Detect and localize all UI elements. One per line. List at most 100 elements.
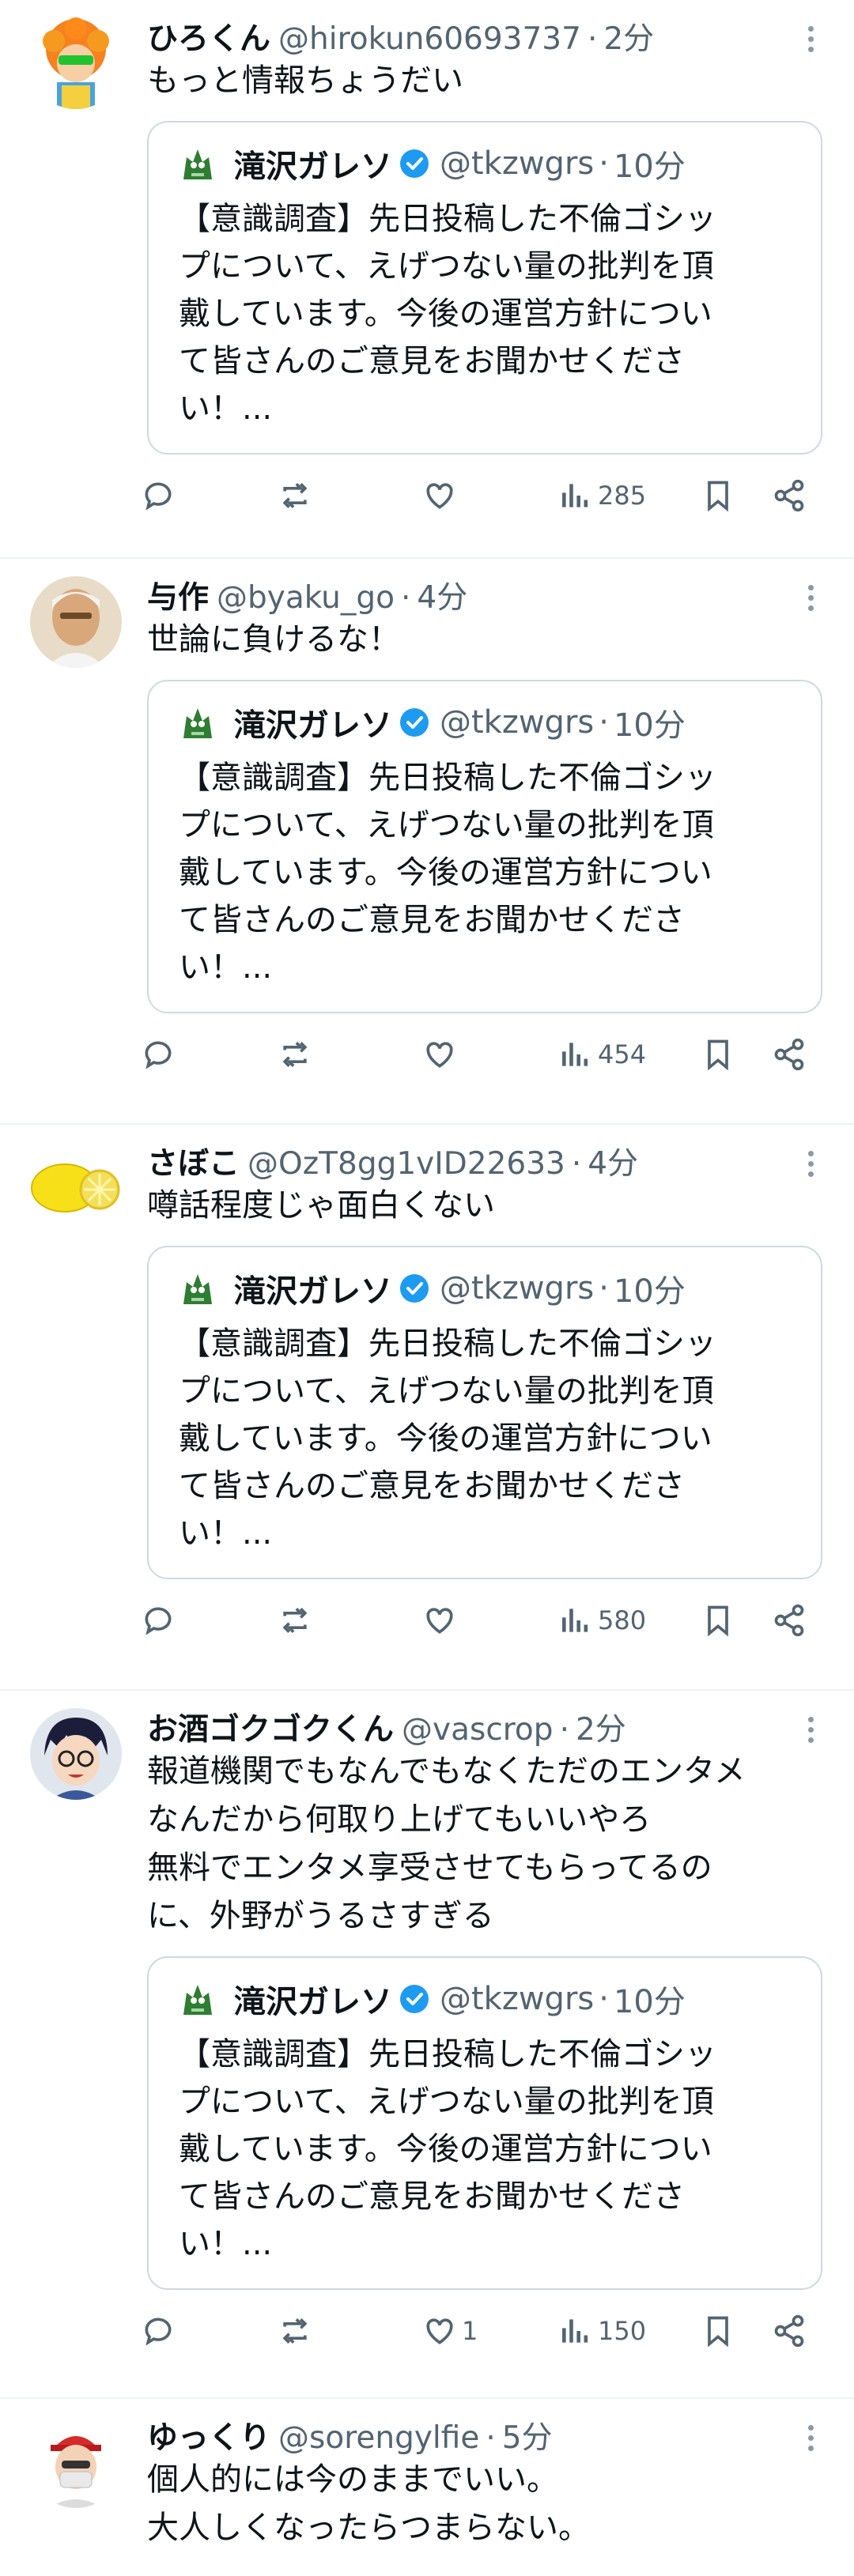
share-icon [774, 2314, 804, 2348]
reply-button[interactable] [141, 1037, 176, 1072]
like-button[interactable]: 1 [422, 2314, 478, 2348]
author-handle[interactable]: @OzT8gg1vID22633 [248, 1146, 565, 1182]
retweet-icon [282, 1042, 308, 1067]
timestamp[interactable]: 4分 [417, 573, 467, 617]
reply-button[interactable] [141, 478, 176, 513]
share-button[interactable] [772, 2314, 807, 2348]
author-name[interactable]: さぼこ [147, 1139, 240, 1183]
heart-icon [426, 483, 453, 509]
bookmark-icon [708, 1039, 728, 1071]
avatar[interactable] [30, 2416, 122, 2508]
views-button[interactable]: 150 [558, 2314, 646, 2348]
quote-timestamp: 10分 [613, 149, 686, 185]
views-chart-icon [562, 484, 588, 507]
quote-author-handle: @tkzwgrs [440, 1270, 595, 1307]
more-options-icon[interactable] [799, 19, 822, 58]
bookmark-button[interactable] [701, 1037, 735, 1072]
tweet-text: 噂話程度じゃ面白くない [147, 1187, 495, 1224]
retweet-button[interactable] [278, 1037, 312, 1072]
avatar[interactable] [30, 17, 122, 109]
separator-dot: · [599, 1981, 609, 2017]
quote-avatar [179, 145, 217, 183]
separator-dot: · [599, 704, 609, 741]
separator-dot: · [486, 2420, 496, 2456]
views-chart-icon [562, 2319, 588, 2343]
separator-dot: · [559, 1712, 569, 1748]
retweet-button[interactable] [278, 1603, 312, 1638]
heart-icon [426, 2318, 453, 2344]
quote-text: 【意識調査】先日投稿した不倫ゴシッ プについて、えげつない量の批判を頂 戴してい… [179, 1326, 716, 1552]
like-button[interactable] [422, 1037, 462, 1072]
avatar[interactable] [30, 576, 122, 668]
author-name[interactable]: お酒ゴクゴクくん [147, 1705, 394, 1749]
quoted-tweet[interactable]: 滝沢ガレソ @tkzwgrs · 10分 【意識調査】先日投稿した不倫ゴシッ プ… [147, 680, 822, 1013]
quoted-tweet[interactable]: 滝沢ガレソ @tkzwgrs · 10分 【意識調査】先日投稿した不倫ゴシッ プ… [147, 121, 822, 454]
avatar[interactable] [30, 1142, 122, 1234]
quote-timestamp: 10分 [613, 707, 686, 744]
author-name[interactable]: 与作 [147, 573, 209, 617]
views-chart-icon [562, 1043, 588, 1066]
like-button[interactable] [422, 478, 462, 513]
author-handle[interactable]: @hirokun60693737 [278, 21, 581, 57]
like-button[interactable] [422, 1603, 462, 1638]
reply-button[interactable] [141, 1603, 176, 1638]
more-options-icon[interactable] [799, 578, 822, 617]
quote-avatar [179, 1980, 217, 2018]
author-handle[interactable]: @byaku_go [217, 580, 395, 616]
retweet-button[interactable] [278, 478, 312, 513]
verified-badge-icon [400, 708, 429, 737]
share-button[interactable] [772, 1037, 807, 1072]
reply-tweet[interactable]: ゆっくり @sorengylfie · 5分 個人的には今のままでいい。 大人し… [0, 2399, 854, 2576]
quote-author-handle: @tkzwgrs [440, 145, 595, 182]
avatar[interactable] [30, 1708, 122, 1800]
view-count: 454 [598, 1039, 647, 1069]
share-button[interactable] [772, 478, 807, 513]
quote-text: 【意識調査】先日投稿した不倫ゴシッ プについて、えげつない量の批判を頂 戴してい… [179, 2036, 716, 2262]
reply-tweet[interactable]: さぼこ @OzT8gg1vID22633 · 4分 噂話程度じゃ面白くない 滝沢… [0, 1125, 854, 1691]
reply-tweet[interactable]: お酒ゴクゴクくん @vascrop · 2分 報道機関でもなんでもなくただのエン… [0, 1691, 854, 2399]
author-name[interactable]: ひろくん [147, 14, 270, 58]
tweet-text: もっと情報ちょうだい [147, 62, 463, 99]
bookmark-icon [708, 2316, 728, 2348]
reply-tweet[interactable]: ひろくん @hirokun60693737 · 2分 もっと情報ちょうだい 滝沢… [0, 0, 854, 559]
bookmark-button[interactable] [701, 1603, 735, 1638]
reply-icon [145, 1607, 172, 1635]
share-icon [774, 1038, 804, 1071]
reply-feed: ひろくん @hirokun60693737 · 2分 もっと情報ちょうだい 滝沢… [0, 0, 854, 2576]
views-button[interactable]: 285 [558, 478, 646, 513]
verified-badge-icon [400, 1274, 429, 1303]
separator-dot: · [599, 145, 609, 182]
bookmark-button[interactable] [701, 2314, 735, 2348]
view-count: 150 [598, 2316, 647, 2346]
reply-icon [145, 2318, 172, 2346]
author-handle[interactable]: @vascrop [402, 1712, 554, 1748]
author-name[interactable]: ゆっくり [147, 2413, 270, 2457]
retweet-button[interactable] [278, 2314, 312, 2348]
timestamp[interactable]: 5分 [502, 2413, 553, 2457]
separator-dot: · [587, 21, 598, 57]
reply-button[interactable] [141, 2314, 176, 2348]
reply-tweet[interactable]: 与作 @byaku_go · 4分 世論に負けるな！ 滝沢ガレソ @tkzwgr… [0, 559, 854, 1125]
quote-avatar [179, 703, 217, 741]
quote-timestamp: 10分 [613, 1273, 686, 1310]
more-options-icon[interactable] [799, 2418, 822, 2457]
quoted-tweet[interactable]: 滝沢ガレソ @tkzwgrs · 10分 【意識調査】先日投稿した不倫ゴシッ プ… [147, 1956, 822, 2290]
timestamp[interactable]: 2分 [576, 1705, 626, 1749]
share-button[interactable] [772, 1603, 807, 1638]
quoted-tweet[interactable]: 滝沢ガレソ @tkzwgrs · 10分 【意識調査】先日投稿した不倫ゴシッ プ… [147, 1246, 822, 1579]
views-button[interactable]: 454 [558, 1037, 646, 1072]
bookmark-button[interactable] [701, 478, 735, 513]
author-handle[interactable]: @sorengylfie [278, 2420, 479, 2456]
quote-author-handle: @tkzwgrs [440, 704, 595, 741]
quote-timestamp: 10分 [613, 1984, 686, 2020]
more-options-icon[interactable] [799, 1710, 822, 1749]
quote-author-name: 滝沢ガレソ [234, 149, 392, 185]
timestamp[interactable]: 2分 [603, 14, 654, 58]
timestamp[interactable]: 4分 [588, 1139, 638, 1183]
quote-author-name: 滝沢ガレソ [234, 1984, 392, 2020]
like-count: 1 [462, 2316, 478, 2346]
more-options-icon[interactable] [799, 1144, 822, 1183]
separator-dot: · [571, 1146, 582, 1182]
quote-author-handle: @tkzwgrs [440, 1981, 595, 2017]
views-button[interactable]: 580 [558, 1603, 646, 1638]
